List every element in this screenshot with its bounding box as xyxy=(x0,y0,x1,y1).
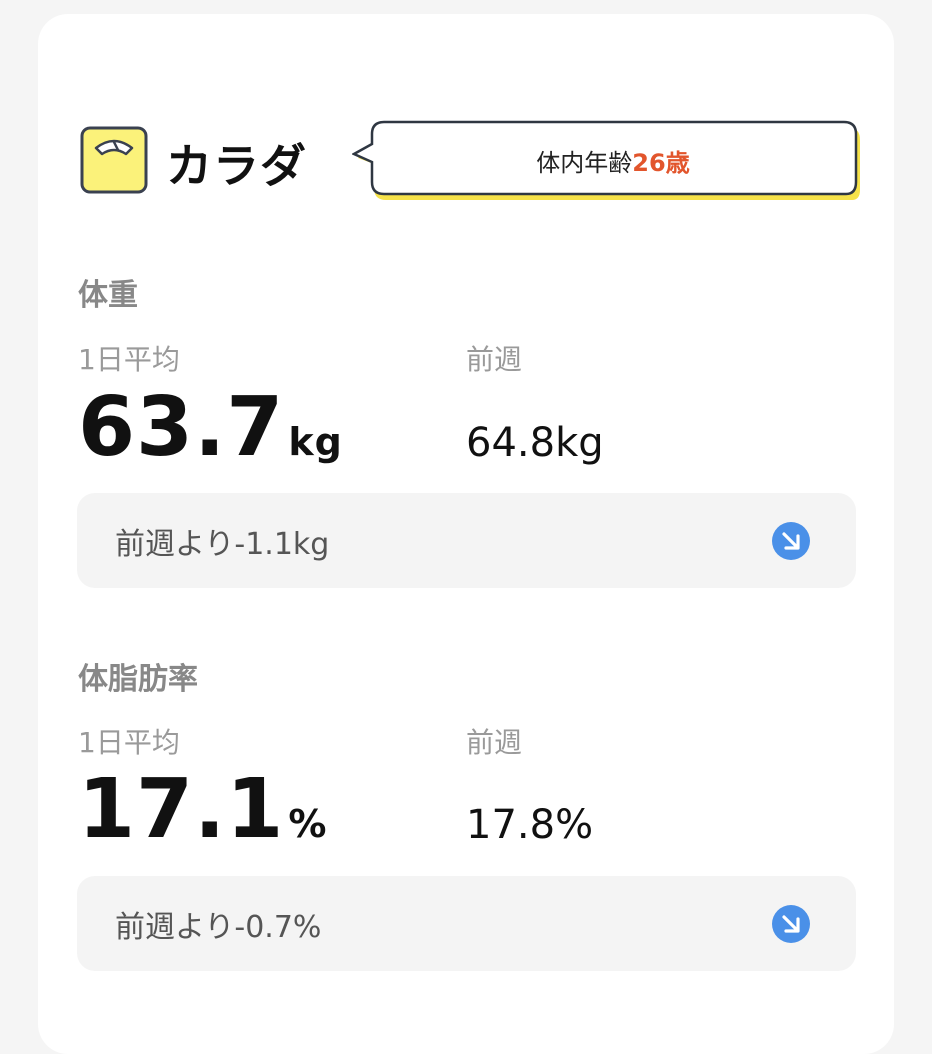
scale-icon xyxy=(80,126,148,194)
weight-diff-box: 前週より-1.1kg xyxy=(77,493,856,588)
body-header: カラダ 体内年齢 26歳 xyxy=(80,120,860,204)
bodyfat-avg-label: 1日平均 xyxy=(78,726,180,759)
weight-avg-value: 63.7 xyxy=(78,380,285,475)
section-title-body: カラダ xyxy=(166,139,307,193)
bodyfat-avg-value: 17.1 xyxy=(78,762,285,857)
bodyfat-avg-value-wrap: 17.1% xyxy=(78,762,327,857)
weight-avg-label: 1日平均 xyxy=(78,343,180,376)
weight-prev-label: 前週 xyxy=(466,343,523,376)
bodyfat-prev-label: 前週 xyxy=(466,726,523,759)
bodyfat-avg-unit: % xyxy=(288,802,328,846)
body-age-value: 26歳 xyxy=(632,148,690,177)
bodyfat-diff-box: 前週より-0.7% xyxy=(77,876,856,971)
weight-avg-value-wrap: 63.7 kg xyxy=(78,380,343,475)
body-age-bubble: 体内年齢 26歳 xyxy=(352,120,862,204)
weight-section-title: 体重 xyxy=(78,278,138,313)
arrow-down-right-icon xyxy=(772,905,810,943)
bodyfat-prev-value: 17.8% xyxy=(466,802,594,848)
weight-diff-text: 前週より-1.1kg xyxy=(115,526,330,562)
weight-avg-unit: kg xyxy=(288,420,343,464)
bodyfat-diff-text: 前週より-0.7% xyxy=(115,909,322,945)
bodyfat-section-title: 体脂肪率 xyxy=(78,662,198,697)
arrow-down-right-icon xyxy=(772,522,810,560)
weight-prev-value: 64.8kg xyxy=(466,420,604,466)
body-age-text: 体内年齢 26歳 xyxy=(372,124,854,196)
body-age-label: 体内年齢 xyxy=(536,148,633,177)
